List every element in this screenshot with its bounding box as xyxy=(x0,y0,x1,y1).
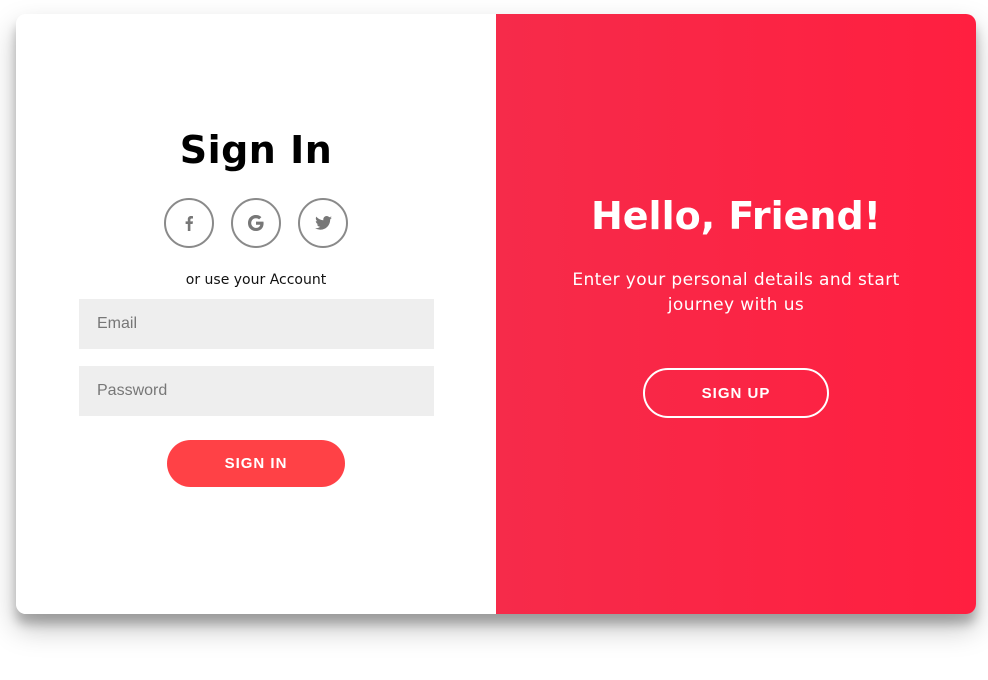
sign-up-button[interactable]: SIGN UP xyxy=(643,368,829,418)
facebook-button[interactable] xyxy=(164,198,214,248)
alt-signin-text: or use your Account xyxy=(185,272,327,288)
email-field[interactable] xyxy=(79,299,434,349)
google-icon xyxy=(248,215,264,231)
social-buttons xyxy=(164,198,354,248)
overlay-panel: Hello, Friend! Enter your personal detai… xyxy=(496,14,976,614)
sign-in-button[interactable]: SIGN IN xyxy=(167,440,345,487)
auth-card: Sign In or use your Account Email SIGN I… xyxy=(16,14,976,614)
password-field[interactable] xyxy=(79,366,434,416)
twitter-button[interactable] xyxy=(298,198,348,248)
overlay-title: Hello, Friend! xyxy=(590,194,882,238)
overlay-description: Enter your personal details and start jo… xyxy=(572,270,900,315)
sign-in-panel: Sign In or use your Account Email SIGN I… xyxy=(16,14,496,614)
sign-in-title: Sign In xyxy=(179,128,333,172)
facebook-icon xyxy=(185,216,193,231)
twitter-icon xyxy=(314,216,332,230)
google-button[interactable] xyxy=(231,198,281,248)
